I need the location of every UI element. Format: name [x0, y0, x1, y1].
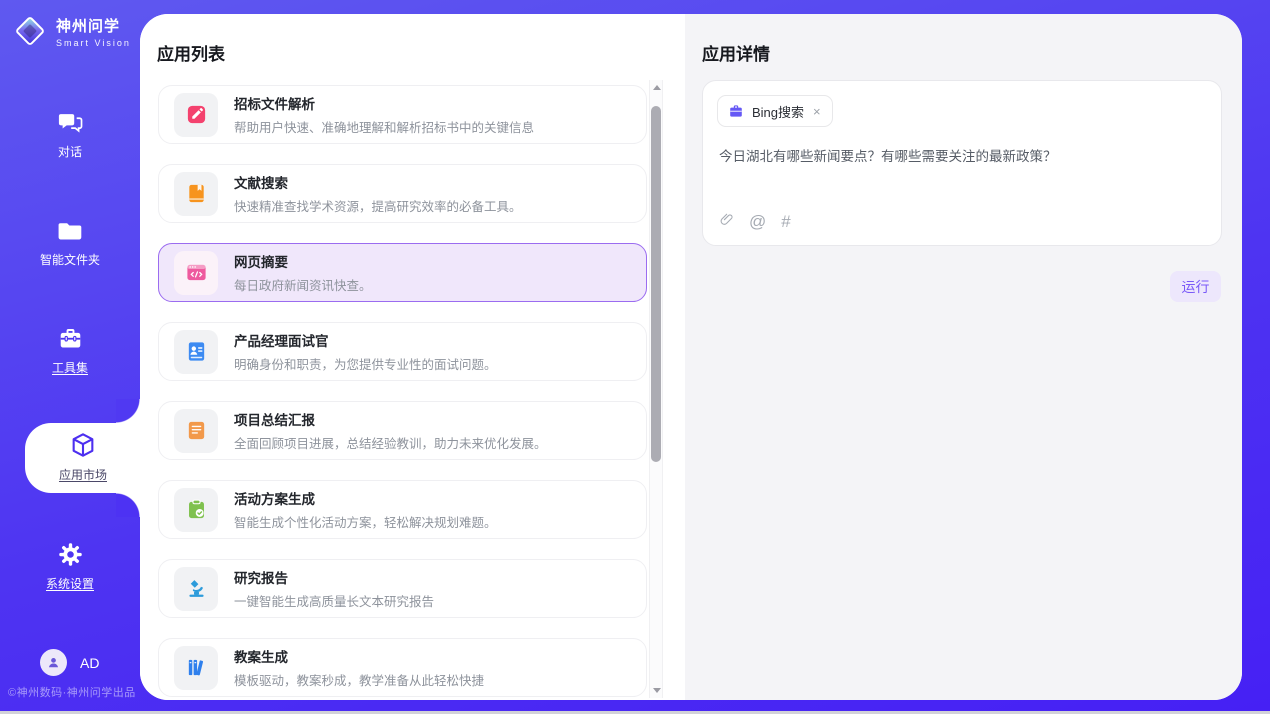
scroll-down-icon[interactable] [653, 688, 661, 693]
app-detail-section: 应用详情 Bing搜索 × 今日湖北有哪些新闻要点？有哪些需要关注的最新政策？ [685, 14, 1242, 700]
tool-chip-label: Bing搜索 [752, 102, 804, 121]
app-detail-title: 应用详情 [702, 40, 770, 65]
folder-icon [57, 217, 84, 244]
app-card-title: 教案生成 [234, 646, 484, 666]
browser-code-icon [185, 261, 208, 284]
app-card[interactable]: 网页摘要 每日政府新闻资讯快查。 [158, 243, 647, 302]
app-card[interactable]: 产品经理面试官 明确身份和职责，为您提供专业性的面试问题。 [158, 322, 647, 381]
app-card[interactable]: 文献搜索 快速精准查找学术资源，提高研究效率的必备工具。 [158, 164, 647, 223]
sidebar-item-label: 系统设置 [46, 575, 94, 592]
user-initials: AD [80, 655, 99, 671]
user-avatar-icon [40, 649, 67, 676]
sidebar-item-app-market[interactable]: 应用市场 [25, 431, 141, 483]
report-note-icon [185, 419, 208, 442]
prompt-toolbar: @ # [719, 211, 791, 232]
hash-icon[interactable]: # [781, 213, 790, 230]
edit-doc-icon [185, 103, 208, 126]
sidebar-item-label: 工具集 [52, 359, 88, 376]
sidebar-item-label: 对话 [58, 143, 82, 160]
app-card-desc: 快速精准查找学术资源，提高研究效率的必备工具。 [234, 196, 522, 215]
app-list-section: 应用列表 招标文件解析 帮助用户快速、准确地理解和解析招标书中的关键信息 文献搜… [140, 14, 685, 700]
scrollbar-thumb[interactable] [651, 106, 661, 462]
chip-close-icon[interactable]: × [812, 104, 822, 119]
app-card-title: 文献搜索 [234, 172, 522, 192]
sidebar-item-smart-folders[interactable]: 智能文件夹 [0, 217, 140, 268]
prompt-card: Bing搜索 × 今日湖北有哪些新闻要点？有哪些需要关注的最新政策？ @ # [702, 80, 1222, 246]
app-card-title: 研究报告 [234, 567, 434, 587]
sidebar-item-label: 智能文件夹 [40, 251, 100, 268]
cube-icon [69, 431, 97, 459]
books-icon [185, 656, 208, 679]
sidebar-item-chat[interactable]: 对话 [0, 109, 140, 160]
gear-icon [57, 541, 84, 568]
scroll-up-icon[interactable] [653, 85, 661, 90]
prompt-input[interactable]: 今日湖北有哪些新闻要点？有哪些需要关注的最新政策？ [719, 147, 1205, 167]
user-account[interactable]: AD [40, 649, 99, 676]
app-card-desc: 一键智能生成高质量长文本研究报告 [234, 591, 434, 610]
microscope-icon [185, 577, 208, 600]
app-window: 神州问学 Smart Vision 对话 智能文件夹 工具 [0, 0, 1270, 714]
active-tab-curve-top [116, 399, 141, 423]
at-icon[interactable]: @ [749, 213, 766, 230]
app-card-desc: 智能生成个性化活动方案，轻松解决规划难题。 [234, 512, 497, 531]
run-button[interactable]: 运行 [1170, 271, 1221, 302]
gem-logo-icon [12, 13, 48, 49]
brand-name: 神州问学 [56, 15, 131, 36]
app-card-desc: 帮助用户快速、准确地理解和解析招标书中的关键信息 [234, 117, 534, 136]
app-card[interactable]: 教案生成 模板驱动，教案秒成，教学准备从此轻松快捷 [158, 638, 647, 697]
briefcase-icon [728, 103, 744, 119]
app-card-desc: 明确身份和职责，为您提供专业性的面试问题。 [234, 354, 497, 373]
chat-icon [57, 109, 84, 136]
clipboard-check-icon [185, 498, 208, 521]
app-list: 招标文件解析 帮助用户快速、准确地理解和解析招标书中的关键信息 文献搜索 快速精… [158, 85, 647, 700]
sidebar-item-label: 应用市场 [59, 466, 107, 483]
sidebar-item-settings[interactable]: 系统设置 [0, 541, 140, 592]
app-card-title: 网页摘要 [234, 251, 372, 271]
brand-subtitle: Smart Vision [56, 38, 131, 48]
app-card[interactable]: 研究报告 一键智能生成高质量长文本研究报告 [158, 559, 647, 618]
brand-logo: 神州问学 Smart Vision [12, 13, 131, 49]
app-list-title: 应用列表 [157, 40, 225, 65]
copyright-text: ©神州数码·神州问学出品 [8, 684, 136, 700]
app-card-title: 活动方案生成 [234, 488, 497, 508]
app-card-title: 项目总结汇报 [234, 409, 547, 429]
toolbox-icon [57, 325, 84, 352]
app-card[interactable]: 活动方案生成 智能生成个性化活动方案，轻松解决规划难题。 [158, 480, 647, 539]
tool-chip-bing-search[interactable]: Bing搜索 × [717, 95, 833, 127]
app-card-title: 招标文件解析 [234, 93, 534, 113]
app-card-desc: 每日政府新闻资讯快查。 [234, 275, 372, 294]
sidebar-item-toolset[interactable]: 工具集 [0, 325, 140, 376]
interview-icon [185, 340, 208, 363]
app-card[interactable]: 项目总结汇报 全面回顾项目进展，总结经验教训，助力未来优化发展。 [158, 401, 647, 460]
sidebar: 神州问学 Smart Vision 对话 智能文件夹 工具 [0, 0, 140, 714]
main-panel: 应用列表 招标文件解析 帮助用户快速、准确地理解和解析招标书中的关键信息 文献搜… [140, 14, 1242, 700]
app-card-desc: 模板驱动，教案秒成，教学准备从此轻松快捷 [234, 670, 484, 689]
app-card-title: 产品经理面试官 [234, 330, 497, 350]
app-card-desc: 全面回顾项目进展，总结经验教训，助力未来优化发展。 [234, 433, 547, 452]
app-card[interactable]: 招标文件解析 帮助用户快速、准确地理解和解析招标书中的关键信息 [158, 85, 647, 144]
active-tab-curve-bottom [116, 493, 141, 517]
book-icon [185, 182, 208, 205]
paperclip-icon[interactable] [719, 211, 734, 232]
app-list-scrollbar[interactable] [649, 80, 663, 698]
